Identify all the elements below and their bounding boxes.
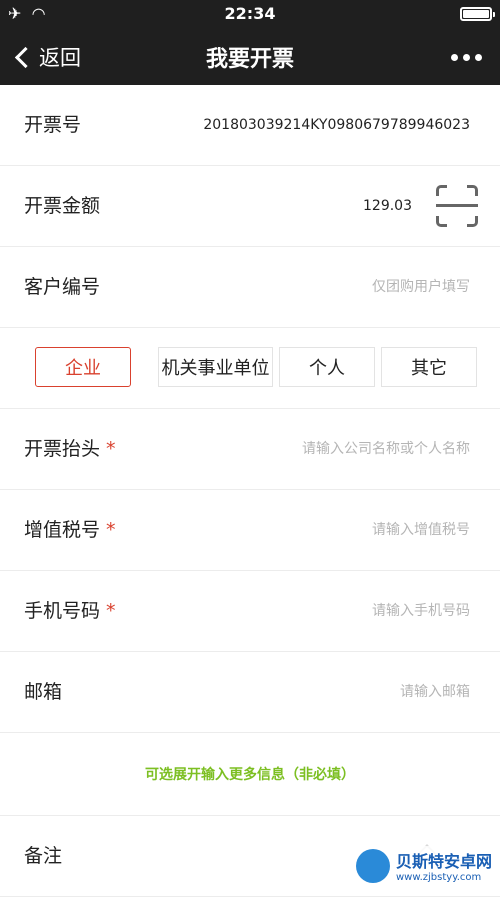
type-enterprise-button[interactable]: 企业 <box>35 347 131 387</box>
watermark-logo-icon <box>355 848 390 883</box>
invoice-form: 开票号 201803039214KY0980679789946023 开票金额 … <box>0 85 500 897</box>
required-mark: * <box>106 519 116 541</box>
invoice-type-selector: 企业 机关事业单位 个人 其它 <box>0 328 500 409</box>
amount-row: 开票金额 129.03 <box>0 166 500 247</box>
tax-number-label: 增值税号 * <box>24 519 116 541</box>
type-institution-button[interactable]: 机关事业单位 <box>158 347 273 387</box>
customer-number-row[interactable]: 客户编号 仅团购用户填写 <box>0 247 500 328</box>
phone-input[interactable]: 请输入手机号码 <box>372 571 470 651</box>
required-mark: * <box>106 600 116 622</box>
invoice-number-value: 201803039214KY0980679789946023 <box>203 117 470 133</box>
invoice-title-input[interactable]: 请输入公司名称或个人名称 <box>302 409 470 489</box>
invoice-number-label: 开票号 <box>24 114 82 136</box>
type-personal-button[interactable]: 个人 <box>279 347 375 387</box>
email-row[interactable]: 邮箱 请输入邮箱 <box>0 652 500 733</box>
invoice-title-label: 开票抬头 * <box>24 438 116 460</box>
expand-more-link[interactable]: 可选展开输入更多信息（非必填） <box>0 733 500 816</box>
page-title: 我要开票 <box>205 47 294 72</box>
phone-label: 手机号码 * <box>24 600 116 622</box>
invoice-number-row: 开票号 201803039214KY0980679789946023 <box>0 85 500 166</box>
customer-number-input[interactable]: 仅团购用户填写 <box>372 247 470 327</box>
customer-number-label: 客户编号 <box>24 276 101 298</box>
phone-row[interactable]: 手机号码 * 请输入手机号码 <box>0 571 500 652</box>
remark-label: 备注 <box>24 845 63 867</box>
status-bar: ✈ ︎ ◠ 22:34 <box>0 0 500 28</box>
amount-value: 129.03 <box>363 198 412 214</box>
amount-label: 开票金额 <box>24 195 101 217</box>
required-mark: * <box>106 438 116 460</box>
nav-bar: 返回 我要开票 <box>0 28 500 85</box>
invoice-title-row[interactable]: 开票抬头 * 请输入公司名称或个人名称 <box>0 409 500 490</box>
battery-icon <box>460 7 495 21</box>
scan-icon[interactable] <box>436 185 478 227</box>
watermark-title: 贝斯特安卓网 <box>395 852 492 871</box>
tax-number-row[interactable]: 增值税号 * 请输入增值税号 <box>0 490 500 571</box>
watermark: 贝斯特安卓网 www.zjbstyy.com <box>351 846 496 885</box>
status-time: 22:34 <box>224 4 276 23</box>
email-input[interactable]: 请输入邮箱 <box>400 652 470 732</box>
more-icon[interactable] <box>451 54 482 61</box>
tax-number-input[interactable]: 请输入增值税号 <box>372 490 470 570</box>
type-other-button[interactable]: 其它 <box>381 347 477 387</box>
watermark-url: www.zjbstyy.com <box>395 872 482 883</box>
email-label: 邮箱 <box>24 681 63 703</box>
